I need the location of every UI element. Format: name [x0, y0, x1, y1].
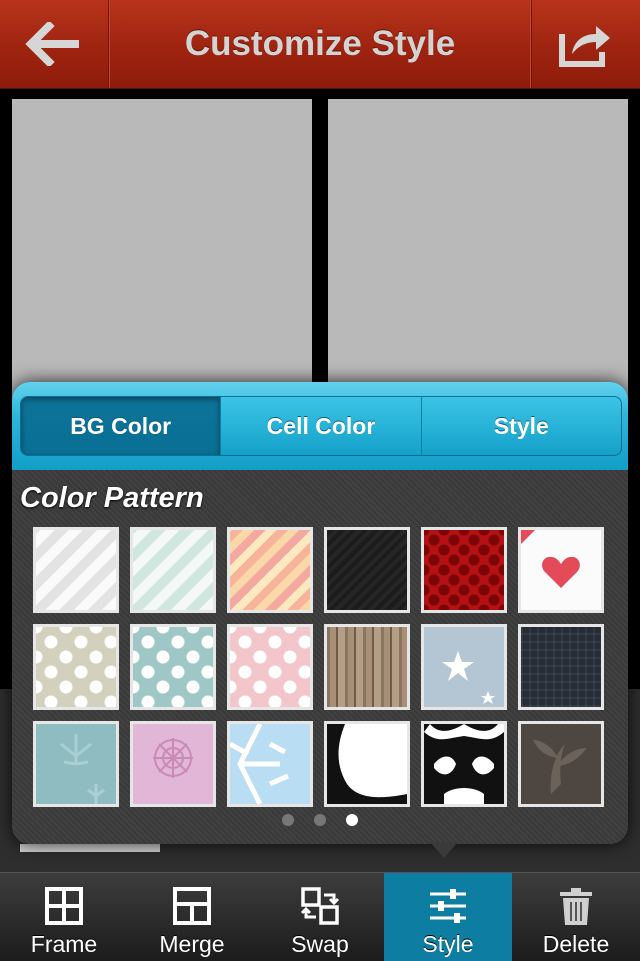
- frame-grid-icon: [45, 887, 83, 925]
- pattern-swatch-snowflake[interactable]: [227, 721, 313, 807]
- tab-swap[interactable]: Swap: [256, 873, 384, 961]
- grunge-icon: [327, 724, 407, 804]
- pattern-swatch-teal-dots[interactable]: [130, 624, 216, 710]
- photo-strip-edge: [20, 844, 160, 852]
- popup-pointer: [430, 842, 458, 858]
- pattern-swatch-wood[interactable]: [324, 624, 410, 710]
- page-title: Customize Style: [184, 24, 456, 63]
- star-icon: [442, 651, 495, 704]
- pattern-swatch-pink-dots[interactable]: [227, 624, 313, 710]
- pattern-swatch-navy-plaid[interactable]: [518, 624, 604, 710]
- tab-merge[interactable]: Merge: [128, 873, 256, 961]
- pattern-swatch-blue-stars[interactable]: [421, 624, 507, 710]
- bottom-tab-bar: Frame Merge Swap Style Delete: [0, 872, 640, 961]
- pattern-swatch-mint-stripes[interactable]: [130, 527, 216, 613]
- photo-cell[interactable]: [328, 99, 628, 399]
- merge-icon: [173, 887, 211, 925]
- tab-label: Frame: [30, 931, 98, 957]
- tab-label: Merge: [159, 931, 225, 957]
- page-indicator: [12, 814, 628, 826]
- tab-label: Delete: [542, 931, 610, 957]
- leaf-icon: [533, 740, 587, 794]
- tab-delete[interactable]: Delete: [512, 873, 640, 961]
- pattern-swatch-damask[interactable]: [421, 721, 507, 807]
- photo-cell[interactable]: [12, 99, 312, 399]
- tab-style[interactable]: Style: [384, 873, 512, 961]
- pattern-swatch-beige-dots[interactable]: [33, 624, 119, 710]
- section-title: Color Pattern: [20, 482, 204, 514]
- style-sliders-icon: [430, 889, 466, 923]
- damask-icon: [424, 724, 504, 804]
- style-popup: BG Color Cell Color Style Color Pattern: [12, 382, 628, 844]
- tab-cell-color[interactable]: Cell Color: [221, 397, 422, 455]
- tab-label: Style: [422, 931, 474, 957]
- share-button[interactable]: [531, 0, 640, 88]
- header-bar: Customize Style: [0, 0, 640, 89]
- pattern-picker: Color Pattern: [12, 470, 628, 844]
- popup-header: BG Color Cell Color Style: [12, 382, 628, 470]
- pattern-swatch-black[interactable]: [324, 527, 410, 613]
- leaf-icon: [60, 734, 105, 804]
- tab-label: Swap: [291, 931, 349, 957]
- back-button[interactable]: [0, 0, 109, 88]
- pattern-swatch-red-dots[interactable]: [421, 527, 507, 613]
- page-dot-current[interactable]: [346, 814, 358, 826]
- heart-icon: [521, 530, 580, 588]
- page-dot[interactable]: [282, 814, 294, 826]
- pattern-swatch-pink-mandala[interactable]: [130, 721, 216, 807]
- mandala-icon: [153, 738, 193, 778]
- pattern-swatch-brown-leaf[interactable]: [518, 721, 604, 807]
- page-dot[interactable]: [314, 814, 326, 826]
- tab-bg-color[interactable]: BG Color: [21, 397, 222, 455]
- back-arrow-icon: [25, 22, 79, 66]
- pattern-swatch-teal-floral[interactable]: [33, 721, 119, 807]
- pattern-grid: [33, 527, 609, 807]
- color-mode-segmented-control: BG Color Cell Color Style: [20, 396, 622, 456]
- tab-style[interactable]: Style: [422, 397, 621, 455]
- tab-frame[interactable]: Frame: [0, 873, 128, 961]
- share-export-icon: [559, 26, 610, 67]
- pattern-swatch-pastel-stripes[interactable]: [227, 527, 313, 613]
- snowflake-icon: [230, 724, 290, 804]
- trash-icon: [560, 888, 592, 925]
- pattern-swatch-grunge[interactable]: [324, 721, 410, 807]
- pattern-swatch-heart[interactable]: [518, 527, 604, 613]
- pattern-swatch-white-stripes[interactable]: [33, 527, 119, 613]
- swap-icon: [300, 887, 340, 925]
